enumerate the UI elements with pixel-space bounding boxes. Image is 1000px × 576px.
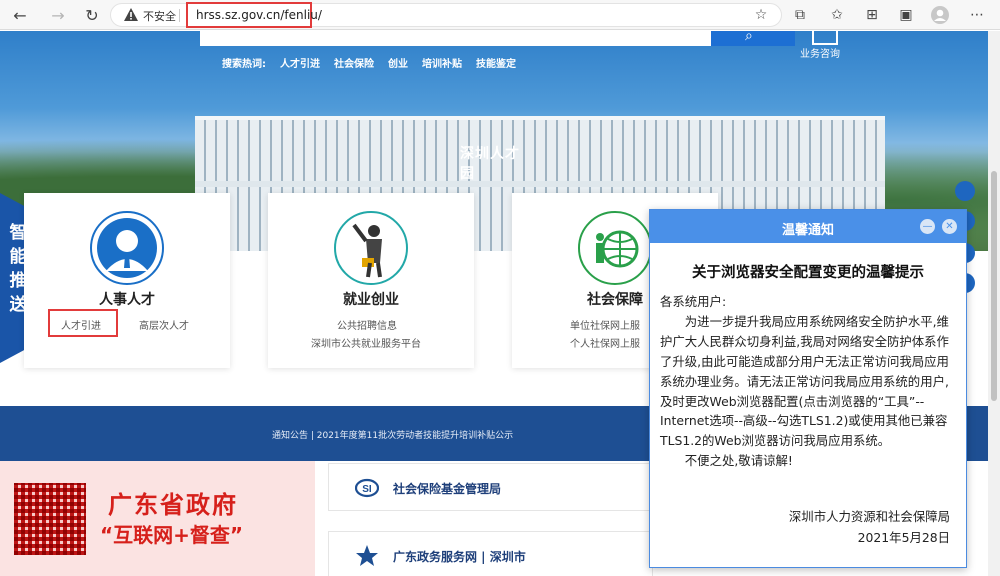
hot-word-link[interactable]: 技能鉴定 [476, 55, 516, 71]
browser-essentials-icon[interactable]: ▣ [896, 5, 916, 25]
reload-button[interactable]: ↻ [80, 3, 104, 27]
scrollbar-thumb[interactable] [991, 171, 997, 401]
popup-signature-org: 深圳市人力资源和社会保障局 [788, 509, 950, 524]
card-link[interactable]: 人才引进 [61, 317, 101, 332]
extensions-icon[interactable]: ⧉ [790, 5, 810, 25]
hot-words-label: 搜索热词: [222, 59, 266, 70]
popup-paragraph: 为进一步提升我局应用系统网络安全防护水平,维护广大人民群众切身利益,我局对网络安… [660, 313, 949, 449]
consult-label: 业务咨询 [800, 49, 840, 60]
link-social-insurance-fund[interactable]: SI 社会保险基金管理局 [328, 463, 653, 511]
hot-words-row: 搜索热词: 人才引进 社会保险 创业 培训补贴 技能鉴定 [222, 55, 516, 71]
popup-body: 各系统用户: 为进一步提升我局应用系统网络安全防护水平,维护广大人民群众切身利益… [660, 292, 960, 471]
warning-icon [124, 8, 138, 21]
qr-code [14, 483, 86, 555]
hot-word-link[interactable]: 社会保险 [334, 55, 374, 71]
gov-supervision-banner[interactable]: 广东省政府 “互联网+督查” [0, 461, 315, 576]
popup-header-title: 温馨通知 [781, 223, 834, 238]
browser-toolbar: ← → ↻ 不安全 hrss.sz.gov.cn/fenliu/ ☆ ⧉ ✩ ⊞… [0, 0, 1000, 30]
link-gd-gov-service[interactable]: 广东政务服务网 | 深圳市 [328, 531, 653, 576]
reload-icon: ↻ [85, 5, 99, 25]
hot-word-link[interactable]: 创业 [388, 55, 408, 71]
card-link[interactable]: 单位社保网上服 [570, 317, 640, 332]
forward-arrow-icon: → [51, 5, 65, 25]
personnel-icon [90, 211, 164, 285]
popup-date: 2021年5月28日 [857, 530, 950, 545]
search-button[interactable]: ⌕ [711, 31, 795, 46]
svg-text:SI: SI [362, 484, 372, 495]
collections-icon[interactable]: ⊞ [862, 5, 882, 25]
card-link[interactable]: 个人社保网上服 [570, 335, 640, 350]
close-icon: ✕ [945, 221, 954, 232]
popup-title: 关于浏览器安全配置变更的温馨提示 [692, 265, 924, 281]
card-link[interactable]: 深圳市公共就业服务平台 [311, 335, 421, 350]
card-title: 人事人才 [99, 292, 155, 308]
business-consult-button[interactable]: 业务咨询 [800, 31, 850, 61]
popup-minimize-button[interactable]: — [920, 219, 935, 234]
reading-mode-icon[interactable]: ☆ [751, 5, 771, 25]
card-link[interactable]: 公共招聘信息 [337, 317, 397, 332]
url-highlight-box: hrss.sz.gov.cn/fenliu/ [186, 2, 322, 28]
card-personnel-talent[interactable]: 人事人才 人才引进 高层次人才 [24, 193, 230, 368]
profile-avatar-icon[interactable] [930, 5, 950, 25]
minimize-icon: — [922, 221, 933, 232]
back-button[interactable]: ← [8, 3, 32, 27]
search-icon: ⌕ [745, 31, 753, 44]
gov-banner-subtitle: “互联网+督查” [100, 523, 244, 547]
address-bar[interactable]: 不安全 hrss.sz.gov.cn/fenliu/ ☆ [110, 2, 782, 28]
address-divider [179, 9, 180, 22]
forward-button[interactable]: → [46, 3, 70, 27]
link-label: 广东政务服务网 | 深圳市 [393, 550, 526, 564]
popup-close-button[interactable]: ✕ [942, 219, 957, 234]
building-band [195, 181, 885, 187]
hot-word-link[interactable]: 培训补贴 [422, 55, 462, 71]
popup-paragraph: 不便之处,敬请谅解! [684, 453, 793, 469]
employment-icon [334, 211, 408, 285]
card-link[interactable]: 高层次人才 [139, 317, 189, 332]
consult-icon [812, 31, 838, 45]
notice-link[interactable]: 通知公告 | 2021年度第11批次劳动者技能提升培训补贴公示 [272, 428, 513, 441]
popup-header[interactable]: 温馨通知 — ✕ [650, 210, 966, 243]
page-scrollbar[interactable] [988, 31, 1000, 576]
back-arrow-icon: ← [13, 5, 27, 25]
link-label: 社会保险基金管理局 [393, 482, 502, 496]
more-menu-icon[interactable]: ⋯ [967, 5, 987, 25]
insecure-label: 不安全 [143, 10, 176, 23]
search-input[interactable] [200, 31, 795, 46]
hot-word-link[interactable]: 人才引进 [280, 55, 320, 71]
building-sign: 深圳人才园 [460, 146, 520, 182]
social-security-icon [578, 211, 652, 285]
favorites-icon[interactable]: ✩ [827, 5, 847, 25]
social-insurance-logo-icon: SI [355, 478, 379, 498]
wechat-float-icon[interactable] [955, 181, 975, 201]
card-employment-entrepreneurship[interactable]: 就业创业 公共招聘信息 深圳市公共就业服务平台 [268, 193, 474, 368]
gov-banner-title: 广东省政府 [108, 491, 238, 519]
card-title: 就业创业 [343, 292, 399, 308]
gov-service-logo-icon [356, 545, 378, 566]
popup-greeting: 各系统用户: [660, 294, 727, 309]
url-text[interactable]: hrss.sz.gov.cn/fenliu/ [196, 8, 322, 22]
notice-popup: 温馨通知 — ✕ 关于浏览器安全配置变更的温馨提示 各系统用户: 为进一步提升我… [649, 209, 967, 568]
